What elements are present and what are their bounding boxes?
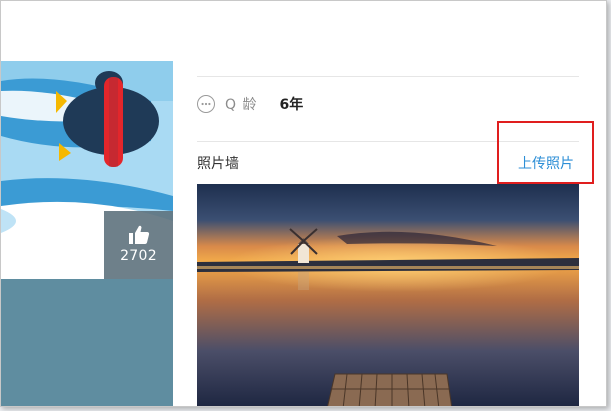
profile-banner: 2702 (1, 61, 173, 406)
highlight-box (497, 121, 594, 184)
profile-window: 2702 Q 龄 6年 照片墙 上传照片 (0, 0, 607, 407)
thumbs-up-icon (128, 225, 149, 244)
photo-wall-title: 照片墙 (197, 156, 239, 172)
qage-label: Q 龄 (225, 97, 258, 113)
top-divider (197, 76, 579, 77)
like-button[interactable]: 2702 (104, 211, 173, 279)
like-count: 2702 (120, 248, 157, 264)
photo-wall-image[interactable] (197, 184, 579, 406)
qage-row: Q 龄 6年 (197, 91, 303, 117)
qage-value: 6年 (279, 97, 304, 113)
ellipsis-circle-icon[interactable] (197, 95, 215, 113)
